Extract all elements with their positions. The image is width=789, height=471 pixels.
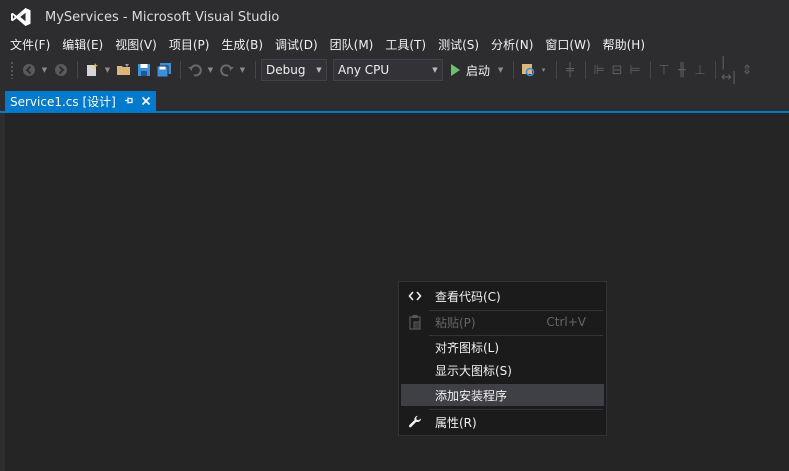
toolbar-separator: [180, 61, 181, 79]
play-icon: [451, 64, 460, 76]
navigate-forward-icon[interactable]: [52, 61, 70, 79]
menu-item-properties[interactable]: 属性(R): [401, 411, 604, 433]
menu-item-label: 属性(R): [435, 415, 477, 430]
toolbar-separator: [585, 61, 587, 79]
menu-test[interactable]: 测试(S): [432, 35, 485, 55]
menu-edit[interactable]: 编辑(E): [56, 35, 109, 55]
menu-item-label: 查看代码(C): [435, 289, 501, 304]
solution-configuration-select[interactable]: Debug ▼: [261, 59, 327, 81]
standard-toolbar: ▼ ▼ ▼ ▼ Debug ▼ Any CPU ▼ 启动 ▼ ▾ ╪ ⊫ ⊟ ⊨…: [0, 55, 789, 85]
chevron-down-icon: ▼: [432, 66, 438, 74]
tab-label: Service1.cs [设计]: [10, 94, 116, 109]
title-bar: MyServices - Microsoft Visual Studio: [0, 0, 789, 34]
undo-dropdown-icon[interactable]: ▼: [206, 61, 215, 79]
make-same-width-icon[interactable]: |↔|: [721, 55, 737, 85]
toolbar-separator: [650, 61, 652, 79]
wrench-icon: [407, 414, 423, 430]
menu-window[interactable]: 窗口(W): [539, 35, 596, 55]
align-bottoms-icon[interactable]: ⊥: [692, 61, 708, 79]
solution-configuration-value: Debug: [266, 63, 306, 77]
toolbar-separator: [556, 61, 558, 79]
redo-dropdown-icon[interactable]: ▼: [238, 61, 247, 79]
undo-icon[interactable]: [186, 61, 204, 79]
menu-item-label: 粘贴(P): [435, 315, 476, 330]
menu-item-view-code[interactable]: 查看代码(C): [401, 285, 604, 307]
menu-bar: 文件(F) 编辑(E) 视图(V) 项目(P) 生成(B) 调试(D) 团队(M…: [0, 34, 789, 56]
toolbar-separator: [255, 61, 256, 79]
redo-icon[interactable]: [218, 61, 236, 79]
menu-tools[interactable]: 工具(T): [379, 35, 432, 55]
navigate-back-dropdown-icon[interactable]: ▼: [40, 61, 49, 79]
start-debugging-button[interactable]: 启动: [449, 59, 492, 81]
save-icon[interactable]: [135, 61, 153, 79]
find-in-files-icon[interactable]: [519, 61, 537, 79]
align-centers-icon[interactable]: ⊟: [609, 61, 625, 79]
menu-item-line-up-icons[interactable]: 对齐图标(L): [401, 336, 604, 358]
code-icon: [407, 288, 423, 304]
open-file-icon[interactable]: [115, 61, 133, 79]
menu-separator: [429, 409, 603, 410]
solution-platform-select[interactable]: Any CPU ▼: [333, 59, 443, 81]
align-middles-icon[interactable]: ╫: [674, 61, 690, 79]
menu-build[interactable]: 生成(B): [215, 35, 269, 55]
start-dropdown-icon[interactable]: ▼: [496, 61, 505, 79]
new-project-icon[interactable]: [83, 61, 101, 79]
align-to-grid-icon[interactable]: ╪: [562, 61, 578, 79]
menu-item-label: 添加安装程序: [435, 388, 508, 403]
toolbar-separator: [77, 61, 78, 79]
menu-item-label: 显示大图标(S): [435, 363, 512, 378]
menu-analyze[interactable]: 分析(N): [485, 35, 539, 55]
navigate-back-icon[interactable]: [20, 61, 38, 79]
visual-studio-logo-icon: [8, 6, 34, 28]
new-item-dropdown-icon[interactable]: ▼: [103, 61, 112, 79]
menu-item-show-large-icons[interactable]: 显示大图标(S): [401, 359, 604, 381]
start-label: 启动: [466, 63, 491, 78]
context-menu: 查看代码(C) 粘贴(P) Ctrl+V 对齐图标(L) 显示大图标(S) 添加…: [398, 281, 607, 436]
toolbar-separator: [513, 61, 515, 79]
menu-item-shortcut: Ctrl+V: [546, 315, 586, 329]
menu-team[interactable]: 团队(M): [324, 35, 380, 55]
component-designer-surface[interactable]: [5, 113, 789, 471]
align-tops-icon[interactable]: ⊤: [656, 61, 672, 79]
menu-item-add-installer[interactable]: 添加安装程序: [401, 384, 604, 406]
menu-item-label: 对齐图标(L): [435, 340, 500, 355]
close-icon[interactable]: [139, 94, 152, 107]
menu-project[interactable]: 项目(P): [163, 35, 216, 55]
menu-debug[interactable]: 调试(D): [269, 35, 324, 55]
menu-item-paste: 粘贴(P) Ctrl+V: [401, 311, 604, 333]
toolbar-options-icon[interactable]: ▾: [539, 61, 548, 79]
paste-icon: [407, 314, 423, 330]
make-same-height-icon[interactable]: ⇕: [739, 61, 755, 79]
align-rights-icon[interactable]: ⊨: [627, 61, 643, 79]
menu-view[interactable]: 视图(V): [109, 35, 163, 55]
save-all-icon[interactable]: [155, 61, 173, 79]
pin-icon[interactable]: [122, 94, 135, 107]
document-tab-strip: Service1.cs [设计]: [0, 84, 789, 113]
menu-help[interactable]: 帮助(H): [597, 35, 651, 55]
toolbar-separator: [715, 61, 717, 79]
menu-file[interactable]: 文件(F): [4, 35, 56, 55]
tab-service1-design[interactable]: Service1.cs [设计]: [5, 91, 156, 111]
toolbar-grip[interactable]: [10, 61, 14, 79]
solution-platform-value: Any CPU: [338, 63, 390, 77]
chevron-down-icon: ▼: [316, 66, 322, 74]
window-title: MyServices - Microsoft Visual Studio: [45, 9, 280, 25]
align-lefts-icon[interactable]: ⊫: [591, 61, 607, 79]
